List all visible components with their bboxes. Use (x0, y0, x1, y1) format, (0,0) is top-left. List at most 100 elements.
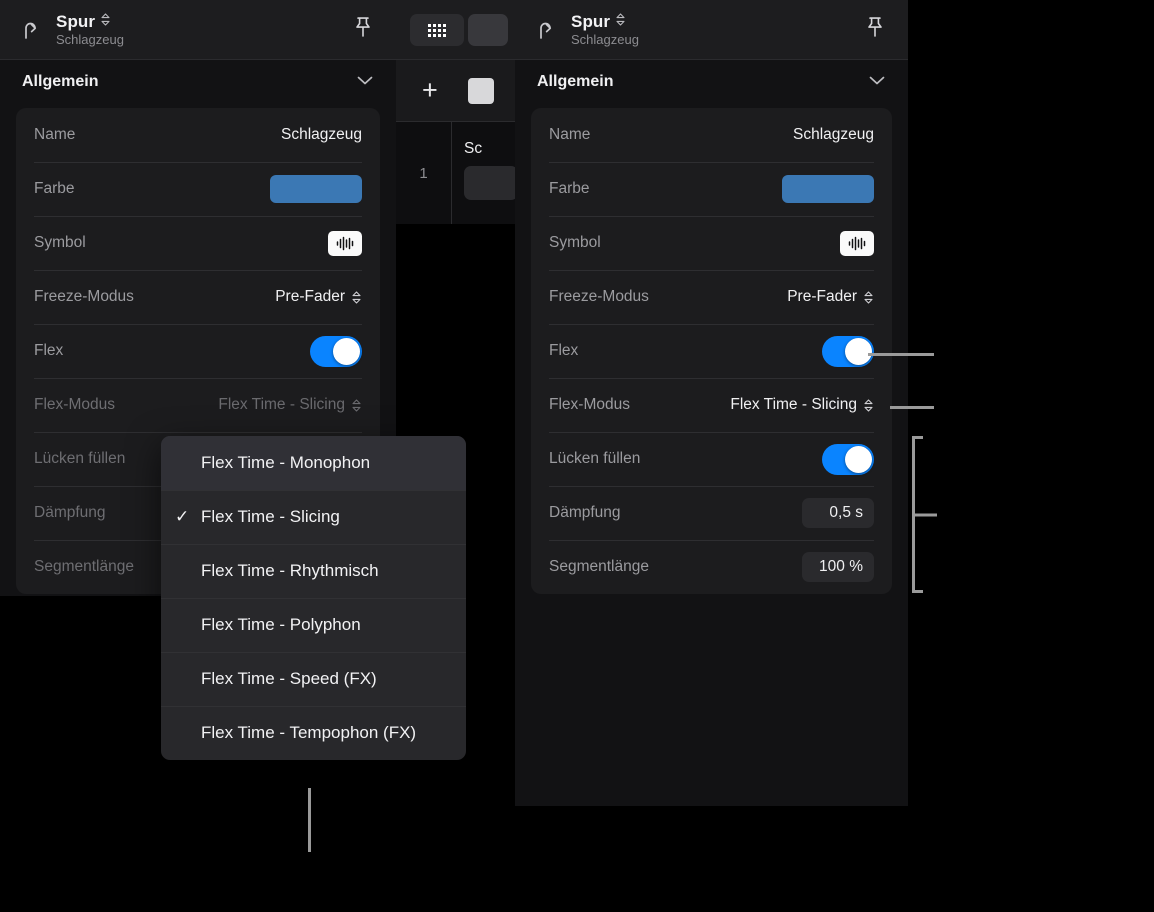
row-flex-modus: Flex-Modus Flex Time - Slicing (531, 378, 892, 432)
menu-item-flex-mode[interactable]: Flex Time - Speed (FX) (161, 652, 466, 706)
value-field-dampfung[interactable]: 0,5 s (802, 498, 874, 528)
header-subtitle: Schlagzeug (571, 31, 639, 47)
row-label: Segmentlänge (34, 558, 134, 575)
row-symbol: Symbol (531, 216, 892, 270)
track-button[interactable] (464, 166, 518, 200)
menu-item-flex-mode[interactable]: ✓ Flex Time - Slicing (161, 490, 466, 544)
popup-button-freeze-modus[interactable]: Pre-Fader (275, 288, 362, 306)
pin-icon[interactable] (864, 15, 886, 44)
inspector-header-right: Spur Schlagzeug (515, 0, 908, 60)
row-label: Lücken füllen (34, 450, 126, 467)
toolbar-square-button[interactable] (467, 77, 494, 104)
section-header-allgemein-left[interactable]: Allgemein (0, 60, 396, 104)
popup-value: Flex Time - Slicing (218, 396, 345, 413)
row-value: Schlagzeug (280, 126, 362, 143)
general-settings-card-right: Name Schlagzeug Farbe Symbol Freeze-Modus Pre… (531, 108, 892, 594)
menu-item-label: Flex Time - Polyphon (201, 615, 361, 635)
row-label: Lücken füllen (549, 450, 641, 467)
track-list-panel: + 1 Sc (396, 0, 518, 224)
row-label: Name (34, 126, 76, 143)
track-inspector-right: Spur Schlagzeug Allgemein Name Schlagzeu… (515, 0, 908, 806)
flex-mode-dropdown-menu[interactable]: Flex Time - Monophon ✓ Flex Time - Slicing… (161, 436, 466, 760)
row-segmentlange: Segmentlänge 100 % (531, 540, 892, 594)
row-label: Dämpfung (549, 504, 621, 521)
chevron-up-down-icon[interactable] (615, 12, 626, 32)
menu-item-flex-mode[interactable]: Flex Time - Rhythmisch (161, 544, 466, 598)
row-label: Dämpfung (34, 504, 106, 521)
symbol-waveform-chip[interactable] (328, 230, 362, 256)
back-arrow-icon[interactable] (533, 19, 559, 41)
menu-item-flex-mode[interactable]: Flex Time - Polyphon (161, 598, 466, 652)
row-dampfung: Dämpfung 0,5 s (531, 486, 892, 540)
row-symbol: Symbol (16, 216, 380, 270)
callout-line-flex-modus (890, 406, 934, 409)
row-label: Segmentlänge (549, 558, 649, 575)
chevron-up-down-icon[interactable] (863, 398, 874, 413)
menu-item-label: Flex Time - Slicing (201, 507, 340, 527)
callout-line-dropdown (308, 788, 311, 852)
chevron-up-down-icon[interactable] (863, 290, 874, 305)
row-name: Name Schlagzeug (16, 108, 380, 162)
row-freeze-modus: Freeze-Modus Pre-Fader (531, 270, 892, 324)
row-label: Flex (34, 342, 64, 359)
track-number: 1 (396, 122, 452, 224)
chevron-down-icon[interactable] (868, 73, 886, 91)
chevron-up-down-icon[interactable] (100, 12, 111, 32)
add-track-button[interactable]: + (422, 77, 438, 104)
popup-value: Pre-Fader (275, 288, 345, 305)
page-title: Spur (56, 12, 96, 32)
popup-button-freeze-modus[interactable]: Pre-Fader (787, 288, 874, 306)
toolbar-secondary-button[interactable] (468, 13, 508, 46)
row-label: Flex-Modus (549, 396, 630, 413)
row-name: Name Schlagzeug (531, 108, 892, 162)
symbol-waveform-chip[interactable] (840, 230, 874, 256)
row-lucken-fullen: Lücken füllen (531, 432, 892, 486)
chevron-down-icon[interactable] (356, 73, 374, 91)
page-title: Spur (571, 12, 611, 32)
row-label: Farbe (549, 180, 590, 197)
toggle-flex[interactable] (822, 335, 874, 367)
back-arrow-icon[interactable] (18, 19, 44, 41)
track-row[interactable]: 1 Sc (396, 122, 518, 224)
menu-item-label: Flex Time - Tempophon (FX) (201, 723, 417, 743)
row-value: Schlagzeug (792, 126, 874, 143)
menu-item-label: Flex Time - Monophon (201, 453, 371, 473)
menu-item-label: Flex Time - Speed (FX) (201, 669, 377, 689)
track-list-toolbar (396, 0, 518, 60)
track-body: Sc (452, 122, 518, 224)
popup-button-flex-modus[interactable]: Flex Time - Slicing (730, 396, 874, 414)
row-label: Symbol (549, 234, 601, 251)
track-color-swatch[interactable] (270, 175, 362, 203)
toggle-flex[interactable] (310, 335, 362, 367)
grid-dots-icon[interactable] (410, 13, 464, 46)
pin-icon[interactable] (352, 15, 374, 44)
popup-value: Pre-Fader (787, 288, 857, 305)
row-label: Flex (549, 342, 579, 359)
screenshot-stage: Spur Schlagzeug Allgemein Name Schlagzeu… (0, 0, 1154, 912)
chevron-up-down-icon[interactable] (351, 398, 362, 413)
row-flex: Flex (531, 324, 892, 378)
row-freeze-modus: Freeze-Modus Pre-Fader (16, 270, 380, 324)
row-flex: Flex (16, 324, 380, 378)
menu-item-flex-mode[interactable]: Flex Time - Monophon (161, 436, 466, 490)
row-label: Symbol (34, 234, 86, 251)
popup-value: Flex Time - Slicing (730, 396, 857, 413)
menu-item-label: Flex Time - Rhythmisch (201, 561, 379, 581)
toggle-lucken-fullen[interactable] (822, 443, 874, 475)
section-title: Allgemein (22, 73, 99, 90)
row-label: Farbe (34, 180, 75, 197)
section-header-allgemein-right[interactable]: Allgemein (515, 60, 908, 104)
track-color-swatch[interactable] (782, 175, 874, 203)
chevron-up-down-icon[interactable] (351, 290, 362, 305)
popup-button-flex-modus[interactable]: Flex Time - Slicing (218, 396, 362, 414)
inspector-header-left: Spur Schlagzeug (0, 0, 396, 60)
callout-bracket-flex-options (912, 436, 945, 593)
row-farbe: Farbe (16, 162, 380, 216)
row-flex-modus: Flex-Modus Flex Time - Slicing (16, 378, 380, 432)
row-label: Name (549, 126, 591, 143)
value-field-segmentlange[interactable]: 100 % (802, 552, 874, 582)
header-subtitle: Schlagzeug (56, 31, 124, 47)
row-label: Flex-Modus (34, 396, 115, 413)
add-track-bar: + (396, 60, 518, 122)
menu-item-flex-mode[interactable]: Flex Time - Tempophon (FX) (161, 706, 466, 760)
